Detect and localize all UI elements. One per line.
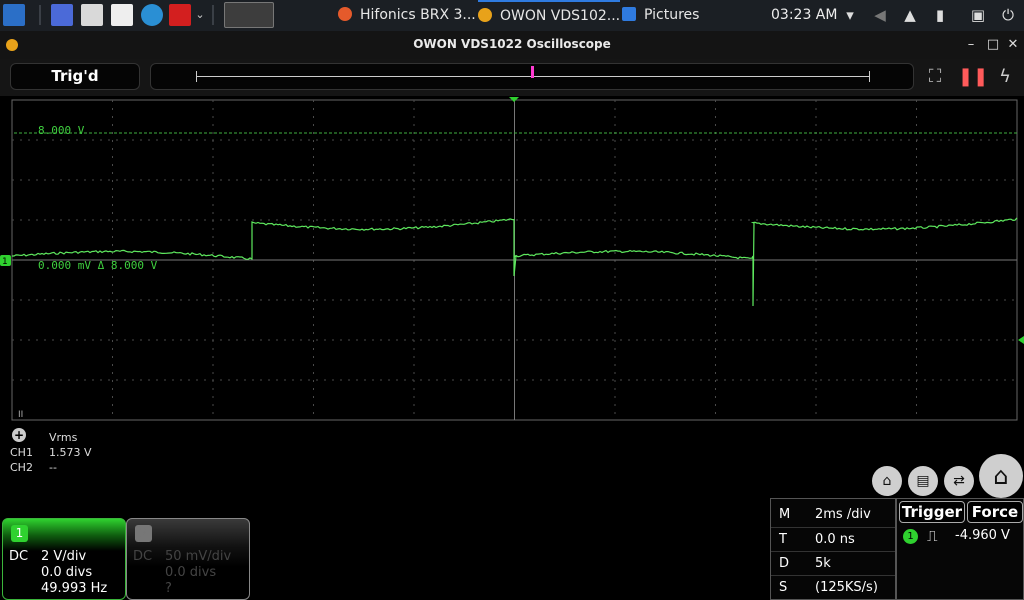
row-value: 0.0 ns xyxy=(815,532,855,547)
measure-row-ch2: CH2 -- xyxy=(10,460,57,475)
trigger-source-badge[interactable]: 1 xyxy=(903,529,918,544)
measure-channel: CH2 xyxy=(10,461,33,474)
trigger-level-marker[interactable] xyxy=(1018,336,1024,344)
channel-values: 50 mV/div 0.0 divs ? xyxy=(165,549,231,597)
measure-row-ch1: CH1 1.573 V xyxy=(10,445,92,460)
text-editor-icon[interactable] xyxy=(111,4,133,26)
channel-2-panel[interactable]: 2 DC 50 mV/div 0.0 divs ? xyxy=(126,518,250,600)
volts-per-div: 50 mV/div xyxy=(165,549,232,564)
row-divider xyxy=(771,551,895,552)
task-owon[interactable]: OWON VDS102... xyxy=(478,0,621,31)
add-measurement-icon[interactable]: + xyxy=(12,428,26,442)
waveform-display[interactable]: 8.000 V 0.000 mV Δ 8.000 V 1 II xyxy=(0,96,1024,422)
horizontal-info-panel[interactable]: M 2ms /div T 0.0 ns D 5k S (125KS/s) xyxy=(770,498,896,600)
channel-coupling: DC xyxy=(9,549,29,564)
notification-bell-icon[interactable]: ▲ xyxy=(901,6,919,24)
volume-icon[interactable]: ◀ xyxy=(871,6,889,24)
default-setup-icon[interactable]: ⌂ xyxy=(872,466,902,496)
rising-edge-icon: ⎍ xyxy=(927,527,938,545)
firefox-icon xyxy=(338,7,352,21)
memory-start-tick xyxy=(196,71,197,82)
channel-number-badge: 2 xyxy=(135,525,152,542)
channel-values: 2 V/div 0.0 divs 49.993 Hz xyxy=(41,549,107,597)
ch1-level-label: 8.000 V xyxy=(38,124,85,137)
owon-icon xyxy=(478,8,492,22)
autoset-icon[interactable]: ⛶ xyxy=(923,65,947,89)
pause-icon[interactable]: ❚❚ xyxy=(958,65,988,89)
task-label: OWON VDS102... xyxy=(500,8,621,24)
desktop-icon[interactable] xyxy=(51,4,73,26)
power-icon[interactable]: ⏻ xyxy=(999,6,1017,24)
row-value: 5k xyxy=(815,556,831,571)
task-pictures[interactable]: Pictures xyxy=(622,0,699,31)
measure-header: Vrms xyxy=(49,431,78,444)
task-label: Pictures xyxy=(644,7,700,23)
trigger-panel: Trigger Force 1 ⎍ -4.960 V xyxy=(896,498,1024,600)
trigger-status: Trig'd xyxy=(10,63,140,90)
row-value: (125KS/s) xyxy=(815,580,878,595)
task-label: Hifonics BRX 3... xyxy=(360,7,476,23)
taskbar-separator xyxy=(39,5,41,25)
row-key: S xyxy=(779,580,788,595)
row-key: D xyxy=(779,556,790,571)
minimize-button[interactable]: – xyxy=(962,35,980,55)
ch1-cursor-readout: 0.000 mV Δ 8.000 V xyxy=(38,259,158,272)
folder-icon xyxy=(622,7,636,21)
ch1-ground-marker-label: 1 xyxy=(2,257,8,267)
wifi-icon[interactable]: ▾ xyxy=(841,6,859,24)
row-key: M xyxy=(779,507,791,522)
volts-per-div: 2 V/div xyxy=(41,549,87,564)
channel-number-badge: 1 xyxy=(11,525,28,542)
chevron-down-icon[interactable]: ⌄ xyxy=(194,4,206,26)
trigger-level[interactable]: -4.960 V xyxy=(955,528,1010,543)
home-icon[interactable]: ⌂ xyxy=(979,454,1023,498)
trigger-button[interactable]: Trigger xyxy=(899,501,965,523)
measure-value: -- xyxy=(49,461,57,474)
task-hifonics[interactable]: Hifonics BRX 3... xyxy=(338,0,476,31)
battery-icon[interactable]: ▮ xyxy=(931,6,949,24)
trigger-position-marker[interactable] xyxy=(531,66,534,78)
browser-icon[interactable] xyxy=(141,4,163,26)
memory-end-tick xyxy=(869,71,870,82)
row-divider xyxy=(771,575,895,576)
measure-channel: CH1 xyxy=(10,446,33,459)
clock[interactable]: 03:23 AM xyxy=(771,0,837,31)
active-app-icon[interactable] xyxy=(224,2,274,28)
pause-indicator: II xyxy=(18,410,23,420)
channel-frequency: 49.993 Hz xyxy=(41,581,108,596)
waveform-canvas: 8.000 V 0.000 mV Δ 8.000 V 1 II xyxy=(0,97,1024,421)
row-divider xyxy=(771,527,895,528)
channel-offset: 0.0 divs xyxy=(41,565,93,580)
channel-1-panel[interactable]: 1 DC 2 V/div 0.0 divs 49.993 Hz xyxy=(2,518,126,600)
maximize-button[interactable]: □ xyxy=(984,35,1002,55)
trigger-time-row: T 0.0 ns xyxy=(779,532,855,547)
kali-menu-icon[interactable] xyxy=(3,4,25,26)
file-manager-icon[interactable] xyxy=(81,4,103,26)
memory-position-bar[interactable] xyxy=(150,63,914,90)
row-key: T xyxy=(779,532,787,547)
channel-coupling: DC xyxy=(133,549,153,564)
single-trigger-icon[interactable]: ϟ xyxy=(993,65,1017,89)
lock-icon[interactable]: ▣ xyxy=(969,6,987,24)
channel-frequency: ? xyxy=(165,581,172,596)
taskbar-separator xyxy=(212,5,214,25)
depth-row: D 5k xyxy=(779,556,831,571)
system-taskbar: ⌄ Hifonics BRX 3... OWON VDS102... Pictu… xyxy=(0,0,1024,31)
scope-toolbar: Trig'd ⛶ ❚❚ ϟ xyxy=(0,59,1024,96)
measure-value: 1.573 V xyxy=(49,446,92,459)
save-icon[interactable]: ▤ xyxy=(908,466,938,496)
row-value: 2ms /div xyxy=(815,507,871,522)
export-icon[interactable]: ⇄ xyxy=(944,466,974,496)
window-title: OWON VDS1022 Oscilloscope xyxy=(413,37,611,51)
window-titlebar: OWON VDS1022 Oscilloscope – □ ✕ xyxy=(0,31,1024,59)
close-button[interactable]: ✕ xyxy=(1004,35,1022,55)
channel-offset: 0.0 divs xyxy=(165,565,217,580)
sample-rate-row: S (125KS/s) xyxy=(779,580,878,595)
terminal-icon[interactable] xyxy=(169,4,191,26)
force-button[interactable]: Force xyxy=(967,501,1023,523)
timebase-row: M 2ms /div xyxy=(779,507,871,522)
